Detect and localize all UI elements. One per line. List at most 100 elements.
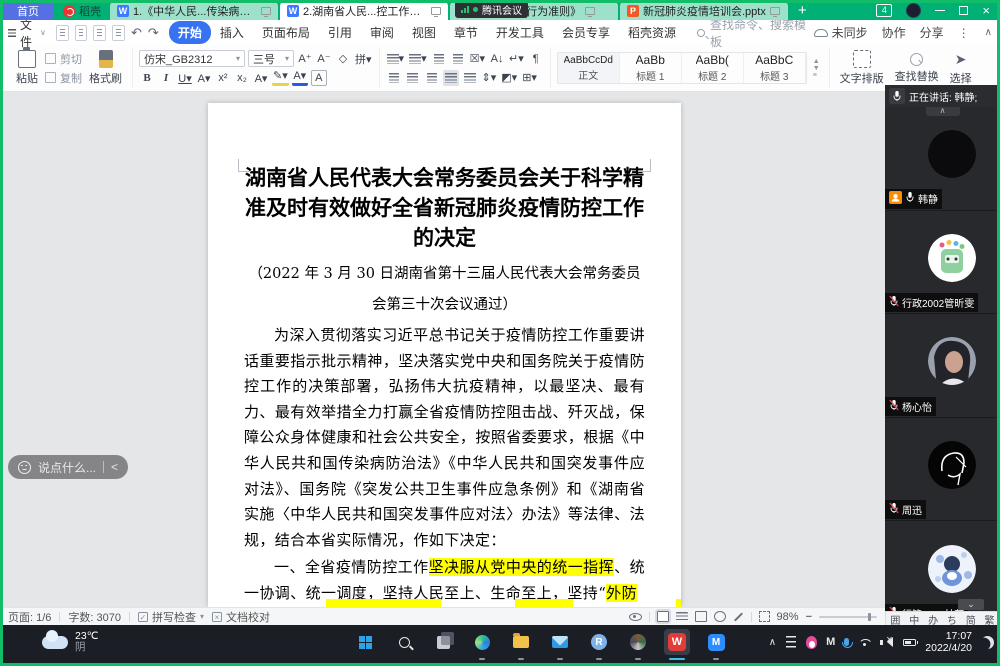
taskbar-search-button[interactable] <box>391 629 417 655</box>
format-painter-button[interactable]: 格式刷 <box>85 50 126 86</box>
sort-button[interactable]: A↓ <box>489 51 505 67</box>
account-avatar[interactable] <box>906 3 921 18</box>
justify-button[interactable] <box>443 70 459 86</box>
menu-item-引用[interactable]: 引用 <box>319 21 361 44</box>
tab-0[interactable]: 首页 <box>2 2 54 20</box>
style-正文[interactable]: AaBbCcDd正文 <box>558 53 620 83</box>
read-view-button[interactable] <box>695 611 707 622</box>
close-button[interactable]: × <box>982 4 990 17</box>
collaborate-button[interactable]: 协作 <box>882 24 906 41</box>
superscript-button[interactable]: x² <box>215 70 231 86</box>
style-标题 1[interactable]: AaBb标题 1 <box>620 53 682 83</box>
subscript-button[interactable]: x₂ <box>234 70 250 86</box>
minimize-button[interactable] <box>935 10 945 11</box>
volume-muted-icon[interactable] <box>880 637 894 647</box>
style-标题 3[interactable]: AaBbC标题 3 <box>744 53 806 83</box>
font-size-select[interactable]: 三号▾ <box>248 50 294 67</box>
more-menu-button[interactable]: ⋮ <box>958 26 971 40</box>
borders-button[interactable]: ⊞▾ <box>521 70 538 86</box>
focus-assist-moon-icon[interactable] <box>981 636 994 649</box>
menu-item-审阅[interactable]: 审阅 <box>361 21 403 44</box>
document-canvas[interactable]: 湖南省人民代表大会常务委员会关于科学精准及时有效做好全省新冠肺炎疫情防控工作的决… <box>0 92 885 607</box>
select-button[interactable]: ➤ 选择 <box>946 51 976 86</box>
participant-tile-4[interactable]: 行管2002林苗⌄ <box>885 521 1000 625</box>
decrease-font-button[interactable]: A⁻ <box>316 51 332 67</box>
tencent-meeting-floating-widget[interactable]: 腾讯会议 <box>455 1 528 18</box>
styles-scroll[interactable]: ▲▼≡ <box>810 58 823 79</box>
tab-5[interactable]: P新冠肺炎疫情培训会.pptx <box>620 2 788 20</box>
tab-3[interactable]: W2.湖南省人民...控工作的决定》 <box>280 2 448 20</box>
spell-check-button[interactable]: ✓ 拼写检查 ▾ <box>138 609 204 625</box>
word-count[interactable]: 字数: 3070 <box>68 609 121 625</box>
taskbar-clock[interactable]: 17:07 2022/4/20 <box>925 630 972 654</box>
tencent-meeting-app[interactable]: M <box>703 629 729 655</box>
microphone-tray-icon[interactable] <box>844 638 849 646</box>
line-spacing-button[interactable]: ⇕▾ <box>481 70 498 86</box>
increase-font-button[interactable]: A⁺ <box>297 51 313 67</box>
undo-button[interactable]: ↶ <box>131 25 142 41</box>
align-right-button[interactable] <box>424 70 440 86</box>
emoji-icon[interactable] <box>18 461 31 474</box>
zoom-level[interactable]: 98% <box>777 611 799 623</box>
align-left-button[interactable] <box>386 70 402 86</box>
asian-layout-button[interactable]: ☒▾ <box>469 51 486 67</box>
print-button[interactable] <box>93 25 106 41</box>
distribute-button[interactable] <box>462 70 478 86</box>
command-search[interactable]: 查找命令、搜索模板 <box>697 16 812 50</box>
menu-item-稻壳资源[interactable]: 稻壳资源 <box>619 21 685 44</box>
underline-button[interactable]: U▾ <box>177 70 193 86</box>
numbered-list-button[interactable]: ▾ <box>408 51 428 67</box>
menu-item-页面布局[interactable]: 页面布局 <box>253 21 319 44</box>
menu-item-视图[interactable]: 视图 <box>403 21 445 44</box>
panel-collapse-chevron[interactable]: ⌄ <box>958 599 984 610</box>
participant-tile-3[interactable]: 周迅 <box>885 418 1000 522</box>
sync-status[interactable]: 未同步 <box>814 24 868 41</box>
file-menu[interactable]: 文件 ∨ <box>8 16 46 50</box>
menu-item-开发工具[interactable]: 开发工具 <box>487 21 553 44</box>
chat-collapse-button[interactable]: < <box>111 460 118 474</box>
wrap-button[interactable]: ↵▾ <box>508 51 525 67</box>
qq-tray-icon[interactable] <box>806 636 817 649</box>
window-manage-button[interactable]: 4 <box>876 4 892 17</box>
task-view-button[interactable] <box>430 629 456 655</box>
show-marks-button[interactable]: ¶ <box>528 51 544 67</box>
redo-button[interactable]: ↷ <box>148 25 159 41</box>
new-tab-button[interactable]: + <box>798 2 807 19</box>
photos-app[interactable] <box>625 629 651 655</box>
style-标题 2[interactable]: AaBb(标题 2 <box>682 53 744 83</box>
r-app[interactable]: R <box>586 629 612 655</box>
paste-button[interactable]: 粘贴 <box>12 50 42 86</box>
tab-1[interactable]: 稻壳 <box>56 2 108 20</box>
page-view-button[interactable] <box>657 611 669 622</box>
collapse-ribbon-button[interactable]: ∧ <box>985 27 992 38</box>
meeting-chat-bubble[interactable]: 说点什么... < <box>8 455 128 479</box>
web-view-button[interactable] <box>714 611 726 622</box>
pinyin-guide-button[interactable]: 拼▾ <box>354 51 373 67</box>
participant-tile-1[interactable]: 行政2002管昕雯 <box>885 211 1000 315</box>
zoom-out-button[interactable]: − <box>806 611 812 623</box>
italic-button[interactable]: I <box>158 70 174 86</box>
find-replace-button[interactable]: 查找替换 <box>891 53 943 84</box>
char-border-button[interactable]: A▾ <box>196 70 212 86</box>
proofread-button[interactable]: × 文档校对 <box>212 609 270 625</box>
align-center-button[interactable] <box>405 70 421 86</box>
mail-app[interactable] <box>547 629 573 655</box>
clear-format-button[interactable]: ◇ <box>335 51 351 67</box>
page-indicator[interactable]: 页面: 1/6 <box>8 609 51 625</box>
taskbar-weather[interactable]: 23℃ 阴 <box>42 631 98 653</box>
m-tray-icon[interactable]: M <box>826 636 835 648</box>
wps-app[interactable]: W <box>664 629 690 655</box>
text-layout-button[interactable]: 文字排版 <box>836 50 888 86</box>
eye-protect-button[interactable] <box>629 613 642 621</box>
char-shading-button[interactable]: A <box>311 70 327 86</box>
maximize-button[interactable] <box>959 6 968 15</box>
menu-item-会员专享[interactable]: 会员专享 <box>553 21 619 44</box>
file-explorer-app[interactable] <box>508 629 534 655</box>
start-button[interactable] <box>352 629 378 655</box>
text-effects-button[interactable]: A▾ <box>253 70 269 86</box>
fit-page-button[interactable] <box>759 611 770 622</box>
document-page[interactable]: 湖南省人民代表大会常务委员会关于科学精准及时有效做好全省新冠肺炎疫情防控工作的决… <box>208 103 681 607</box>
battery-icon[interactable] <box>903 639 916 646</box>
zoom-slider[interactable] <box>819 616 877 618</box>
outline-view-button[interactable] <box>676 612 688 622</box>
